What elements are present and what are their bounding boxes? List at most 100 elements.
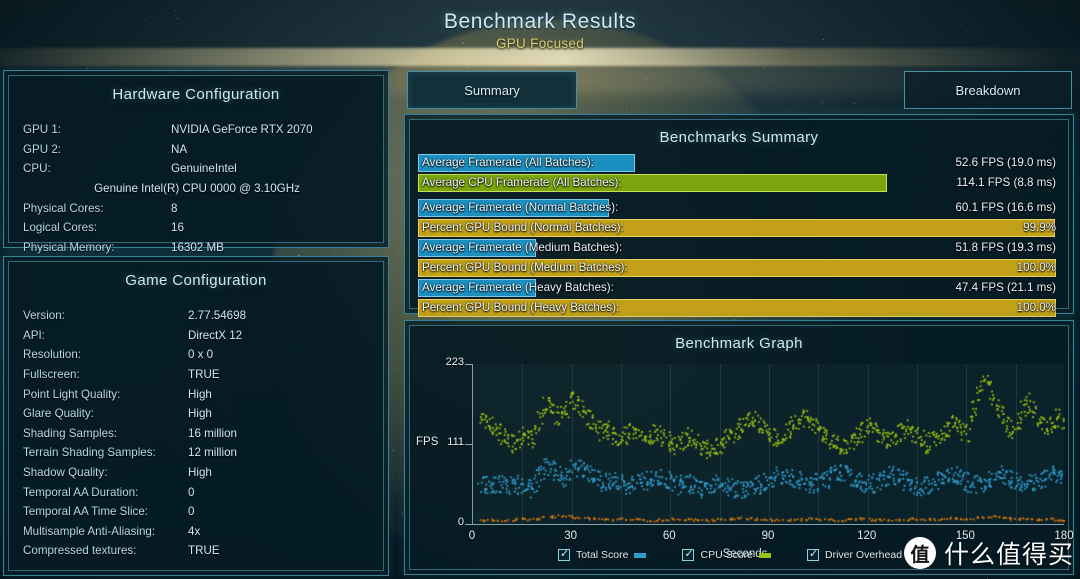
hardware-configuration-panel: Hardware Configuration GPU 1: NVIDIA GeF… [3,70,389,254]
plot-area: 0 111 223 FPS 0 30 60 90 120 150 180 Seconds [410,356,1080,560]
config-value: GenuineIntel [171,162,237,176]
config-row: Physical Memory: 16302 MB [23,238,371,258]
benchmarks-summary-panel: Benchmarks Summary Average Framerate (Al… [404,114,1074,317]
chart-gridline [917,364,918,524]
config-key: Shadow Quality: [23,466,108,480]
config-row: Fullscreen: TRUE [23,365,371,385]
plot-canvas [472,364,1065,524]
config-row: Temporal AA Duration: 0 [23,482,371,502]
config-value: 0 [188,505,195,519]
chart-gridline [769,364,770,524]
config-row: Genuine Intel(R) CPU 0000 @ 3.10GHz [23,179,371,199]
legend-color-swatch [634,552,647,558]
summary-bar-value: 47.4 FPS (21.1 ms) [955,281,1056,294]
summary-bar-value: 51.8 FPS (19.3 ms) [955,241,1056,254]
chart-gridline [1015,364,1017,524]
config-row: GPU 2: NA [23,140,371,160]
x-axis-tick-label: 30 [564,530,578,542]
config-value: 16302 MB [171,240,224,254]
summary-title: Benchmarks Summary [659,129,819,146]
config-row: Compressed textures: TRUE [23,541,371,561]
config-row: API: DirectX 12 [23,326,371,346]
config-value: High [188,407,212,421]
config-row: Physical Cores: 8 [23,198,371,218]
summary-row: Average Framerate (Medium Batches): 51.8… [418,239,1060,257]
config-row: GPU 1: NVIDIA GeForce RTX 2070 [23,120,371,140]
config-row: Shading Samples: 16 million [23,424,371,444]
config-value: 0 x 0 [188,348,214,362]
y-axis-tick-mark [465,444,472,446]
tab-breakdown[interactable]: Breakdown [904,71,1072,109]
x-axis-tick-label: 120 [857,530,877,542]
chart-gridline [966,364,968,524]
summary-panel-inner: Benchmarks Summary Average Framerate (Al… [409,119,1069,317]
legend-checkbox[interactable] [557,547,570,561]
config-key: Glare Quality: [23,407,94,421]
summary-bar-label: Average CPU Framerate (All Batches): [422,176,622,189]
hardware-panel-title: Hardware Configuration [112,86,280,103]
left-column: Hardware Configuration GPU 1: NVIDIA GeF… [0,70,392,579]
chart-gridline [867,364,869,524]
config-row: Version: 2.77.54698 [23,306,371,326]
y-axis-label: FPS [416,436,439,449]
config-key: Resolution: [23,348,82,362]
config-key: GPU 1: [23,123,62,137]
config-value: High [188,387,212,401]
tab-summary[interactable]: Summary [407,71,577,109]
right-column: Summary Breakdown Benchmarks Summary Ave… [400,70,1078,579]
config-row: Resolution: 0 x 0 [23,345,371,365]
game-rows: Version: 2.77.54698 API: DirectX 12 Reso… [23,306,371,561]
x-axis-tick-label: 90 [761,530,775,542]
legend-checkbox[interactable] [682,547,695,561]
summary-bar-label: Average Framerate (Normal Batches): [422,201,619,214]
config-row: Logical Cores: 16 [23,218,371,238]
config-row: Glare Quality: High [23,404,371,424]
config-value: 8 [171,201,178,215]
config-key: CPU: [23,162,51,176]
game-configuration-panel: Game Configuration Version: 2.77.54698 A… [3,256,389,576]
summary-row: Percent GPU Bound (Normal Batches): 99.9… [418,219,1060,237]
config-row: Shadow Quality: High [23,463,371,483]
config-value: 2.77.54698 [188,309,247,323]
summary-bar-label: Average Framerate (Heavy Batches): [422,281,614,294]
config-value: Genuine Intel(R) CPU 0000 @ 3.10GHz [94,182,300,196]
x-axis-line [472,524,1064,525]
watermark-text: 什么值得买 [943,540,1074,569]
summary-row: Percent GPU Bound (Medium Batches): 100.… [418,259,1060,277]
summary-row: Average CPU Framerate (All Batches): 114… [418,174,1060,192]
config-key: Fullscreen: [23,368,80,382]
x-axis-tick-label: 0 [468,530,476,542]
chart-gridline [719,364,721,524]
watermark: 值 什么值得买 [903,535,1074,571]
config-key: Version: [23,309,65,323]
hardware-rows: GPU 1: NVIDIA GeForce RTX 2070 GPU 2: NA… [23,120,371,257]
summary-bar-value: 52.6 FPS (19.0 ms) [955,156,1056,169]
config-row: Point Light Quality: High [23,384,371,404]
config-value: TRUE [188,544,220,558]
y-axis-tick-label: 111 [447,436,464,449]
summary-bar-label: Percent GPU Bound (Normal Batches): [422,221,624,234]
config-value: 16 [171,221,184,235]
watermark-badge-icon: 值 [903,537,936,569]
legend-checkbox[interactable] [807,547,819,561]
summary-bar-label: Average Framerate (All Batches): [422,156,594,169]
graph-panel-inner: Benchmark Graph 0 111 223 FPS 0 30 60 90 120 150 1… [409,325,1074,570]
config-value: 12 million [188,446,237,460]
summary-row: Percent GPU Bound (Heavy Batches): 100.0… [418,299,1060,317]
legend-label: Driver Overhead [825,549,903,561]
config-key: GPU 2: [23,142,62,156]
config-key: Physical Memory: [23,240,115,254]
page-title: Benchmark Results [443,10,637,33]
config-key: Terrain Shading Samples: [23,446,156,460]
legend-item[interactable]: CPU Score [682,547,771,561]
config-key: Temporal AA Duration: [23,485,139,499]
config-row: Multisample Anti-Aliasing: 4x [23,522,371,542]
config-key: Shading Samples: [23,426,118,440]
page-header: Benchmark Results GPU Focused [0,0,1080,68]
summary-bar-value: 114.1 FPS (8.8 ms) [956,176,1056,189]
legend-item[interactable]: Total Score [557,547,647,561]
x-axis-tick-label: 60 [662,530,676,542]
config-row: CPU: GenuineIntel [23,159,371,179]
y-axis-tick-label: 0 [457,516,464,528]
summary-bar-label: Percent GPU Bound (Heavy Batches): [422,301,620,314]
